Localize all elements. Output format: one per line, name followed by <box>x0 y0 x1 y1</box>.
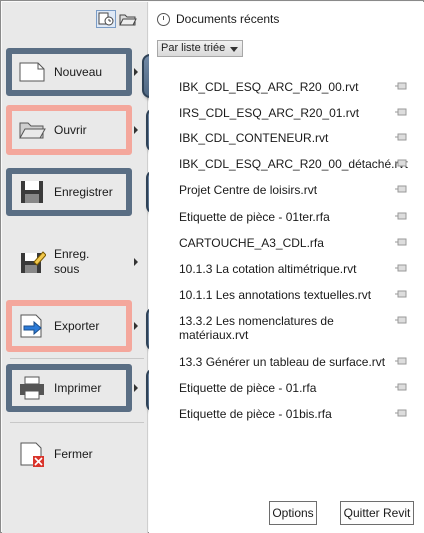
save-disk-icon <box>18 178 46 206</box>
recent-documents-title: Documents récents <box>176 12 280 26</box>
recent-file-item[interactable]: Etiquette de pièce - 01.rfa <box>179 381 409 395</box>
save-as-icon <box>18 248 47 276</box>
recent-file-item[interactable]: CARTOUCHE_A3_CDL.rfa <box>179 236 409 250</box>
sort-order-select[interactable]: Par liste triée <box>157 40 243 57</box>
recent-file-item[interactable]: 13.3 Générer un tableau de surface.rvt <box>179 355 409 369</box>
menu-label-enreg-line1: Enreg. <box>54 247 90 261</box>
menu-label-enreg-sous: Enreg. sous <box>54 247 89 277</box>
menu-label-ouvrir: Ouvrir <box>54 122 87 137</box>
recent-documents-panel: Documents récents Par liste triée IBK_CD… <box>149 2 424 533</box>
pin-icon[interactable] <box>395 159 409 167</box>
menu-divider <box>10 358 144 359</box>
recent-file-name: 13.3.2 Les nomenclatures de matériaux.rv… <box>179 314 334 342</box>
chevron-right-icon <box>134 322 138 330</box>
menu-item-enreg-sous[interactable]: Enreg. sous <box>8 242 146 282</box>
menu-label-fermer: Fermer <box>54 446 93 461</box>
recent-file-name: Projet Centre de loisirs.rvt <box>179 183 318 197</box>
clock-icon <box>157 12 170 26</box>
chevron-right-icon <box>134 126 138 134</box>
pin-icon[interactable] <box>395 409 409 417</box>
recent-documents-header: Documents récents <box>157 12 279 26</box>
recent-file-item[interactable]: Etiquette de pièce - 01bis.rfa <box>179 407 409 421</box>
recent-documents-toggle-icon[interactable] <box>96 10 116 28</box>
recent-file-item[interactable]: IRS_CDL_ESQ_ARC_R20_01.rvt <box>179 106 409 120</box>
menu-item-imprimer[interactable]: Imprimer <box>8 370 146 406</box>
recent-file-item[interactable]: 10.1.1 Les annotations textuelles.rvt <box>179 288 409 302</box>
pin-icon[interactable] <box>395 316 409 324</box>
chevron-right-icon <box>134 384 138 392</box>
pin-icon[interactable] <box>395 82 409 90</box>
menu-item-ouvrir[interactable]: Ouvrir <box>8 112 146 148</box>
pin-icon[interactable] <box>395 108 409 116</box>
recent-file-item[interactable]: IBK_CDL_ESQ_ARC_R20_00.rvt <box>179 80 409 94</box>
pin-icon[interactable] <box>395 238 409 246</box>
recent-file-name: Etiquette de pièce - 01.rfa <box>179 381 317 395</box>
recent-file-name: 10.1.1 Les annotations textuelles.rvt <box>179 288 372 302</box>
recent-file-name: IBK_CDL_ESQ_ARC_R20_00_détaché.rvt <box>179 157 408 171</box>
recent-file-item[interactable]: IBK_CDL_CONTENEUR.rvt <box>179 131 409 145</box>
application-menu-left-column: Nouveau Ouvrir Enregistrer Enreg. sous E… <box>2 2 192 533</box>
recent-file-item[interactable]: Projet Centre de loisirs.rvt <box>179 183 409 197</box>
menu-mode-toggles <box>96 10 138 28</box>
recent-file-name: CARTOUCHE_A3_CDL.rfa <box>179 236 324 250</box>
pin-icon[interactable] <box>395 357 409 365</box>
menu-label-imprimer: Imprimer <box>54 380 102 395</box>
recent-file-name: Etiquette de pièce - 01ter.rfa <box>179 210 330 224</box>
menu-item-exporter[interactable]: Exporter <box>8 307 146 345</box>
printer-icon <box>18 374 46 402</box>
pin-icon[interactable] <box>395 290 409 298</box>
chevron-down-icon <box>230 47 238 52</box>
menu-item-nouveau[interactable]: Nouveau <box>8 54 146 90</box>
recent-file-item[interactable]: Etiquette de pièce - 01ter.rfa <box>179 210 409 224</box>
application-menu: Nouveau Ouvrir Enregistrer Enreg. sous E… <box>0 0 424 533</box>
menu-label-enreg-line2: sous <box>54 262 80 276</box>
new-document-icon <box>18 58 46 86</box>
menu-label-exporter: Exporter <box>54 318 100 333</box>
recent-file-name: 10.1.3 La cotation altimétrique.rvt <box>179 262 357 276</box>
menu-label-nouveau: Nouveau <box>54 64 103 79</box>
options-button[interactable]: Options <box>269 501 317 525</box>
recent-file-item[interactable]: 10.1.3 La cotation altimétrique.rvt <box>179 262 409 276</box>
menu-item-enregistrer[interactable]: Enregistrer <box>8 174 146 210</box>
menu-divider <box>10 422 144 423</box>
pin-icon[interactable] <box>395 133 409 141</box>
menu-item-fermer[interactable]: Fermer <box>8 434 146 474</box>
sort-order-value: Par liste triée <box>161 42 226 54</box>
chevron-right-icon <box>134 68 138 76</box>
pin-icon[interactable] <box>395 212 409 220</box>
close-document-icon <box>18 440 46 468</box>
menu-label-enregistrer: Enregistrer <box>54 184 113 199</box>
recent-file-name: IBK_CDL_CONTENEUR.rvt <box>179 131 329 145</box>
open-documents-toggle-icon[interactable] <box>118 10 138 28</box>
pin-icon[interactable] <box>395 264 409 272</box>
recent-file-item[interactable]: IBK_CDL_ESQ_ARC_R20_00_détaché.rvt <box>179 157 409 171</box>
pin-icon[interactable] <box>395 383 409 391</box>
recent-file-name: IBK_CDL_ESQ_ARC_R20_00.rvt <box>179 80 359 94</box>
export-icon <box>18 312 46 340</box>
recent-file-name: 13.3 Générer un tableau de surface.rvt <box>179 355 386 369</box>
recent-file-name: Etiquette de pièce - 01bis.rfa <box>179 407 332 421</box>
pin-icon[interactable] <box>395 185 409 193</box>
open-folder-icon <box>18 116 46 144</box>
recent-file-item[interactable]: 13.3.2 Les nomenclatures de matériaux.rv… <box>179 314 407 342</box>
chevron-right-icon <box>134 258 138 266</box>
recent-file-name: IRS_CDL_ESQ_ARC_R20_01.rvt <box>179 106 360 120</box>
quit-revit-button[interactable]: Quitter Revit <box>340 501 414 525</box>
